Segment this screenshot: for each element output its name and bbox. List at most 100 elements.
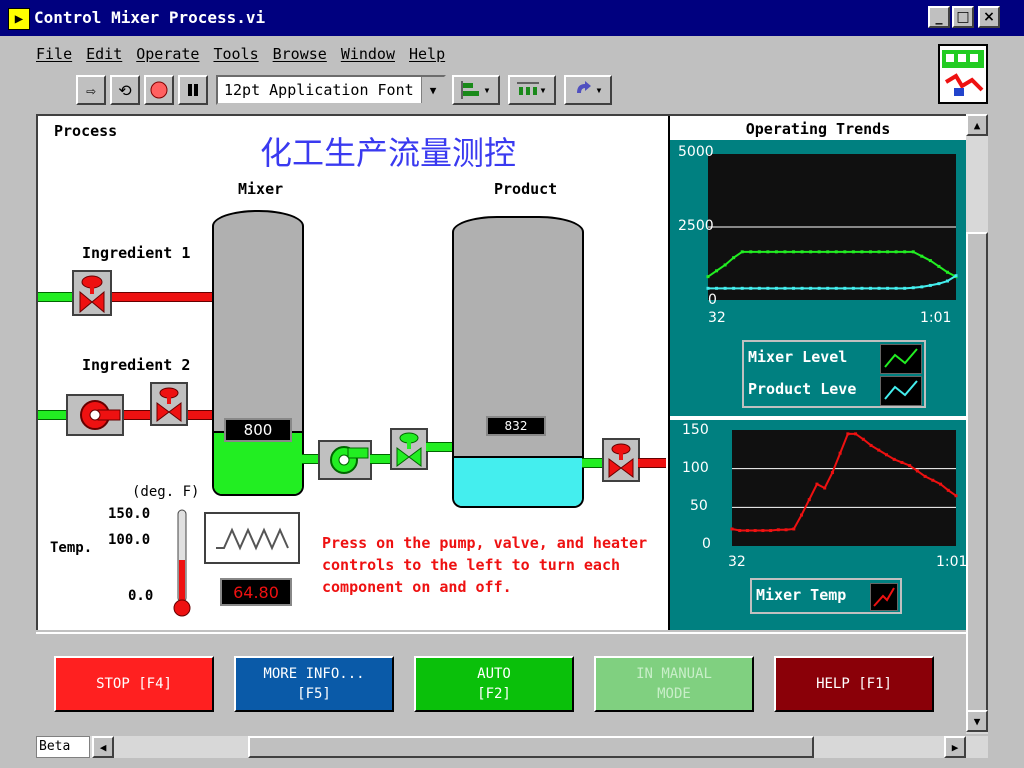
mixer-temp-swatch-icon[interactable] (870, 583, 898, 611)
temp-scale-150: 150.0 (108, 506, 151, 522)
scroll-right-icon[interactable]: ▶ (944, 736, 966, 758)
product-level-swatch-icon[interactable] (880, 376, 922, 406)
level-x-tick-end: 1:01 (920, 310, 952, 326)
mixer-level-swatch-icon[interactable] (880, 344, 922, 374)
menu-file[interactable]: File (36, 45, 72, 63)
data-point-mixer-temp (738, 529, 742, 533)
chevron-down-icon[interactable]: ▼ (421, 77, 444, 103)
ingredient2-pipe-in (38, 410, 68, 420)
data-point-mixer-level (757, 250, 761, 254)
reorder-icon[interactable]: ▾ (564, 75, 612, 105)
labview-window: ▶ Control Mixer Process.vi _ □ × File Ed… (0, 0, 1024, 768)
data-point-product-level (757, 286, 761, 290)
data-point-mixer-temp (939, 482, 943, 486)
data-point-product-level (809, 286, 813, 290)
manual-mode-button[interactable]: IN MANUAL MODE (594, 656, 754, 712)
data-point-mixer-temp (745, 529, 749, 533)
data-point-mixer-level (766, 250, 770, 254)
data-point-product-level (851, 286, 855, 290)
auto-button[interactable]: AUTO [F2] (414, 656, 574, 712)
window-title: Control Mixer Process.vi (34, 8, 266, 27)
transfer-valve-icon[interactable] (390, 428, 428, 470)
stop-button[interactable]: STOP [F4] (54, 656, 214, 712)
data-point-mixer-temp (846, 432, 850, 436)
product-level-fill (454, 456, 582, 506)
data-point-mixer-temp (946, 488, 950, 492)
horizontal-scrollbar[interactable]: Beta ◀ ▶ (36, 736, 988, 758)
mixer-tank (212, 210, 304, 496)
data-point-mixer-temp (869, 443, 873, 447)
labview-app-icon: ▶ (8, 8, 30, 30)
scroll-left-icon[interactable]: ◀ (92, 736, 114, 758)
menu-tools[interactable]: Tools (213, 45, 258, 63)
legend-mixer-temp: Mixer Temp (756, 586, 847, 604)
data-point-mixer-temp (884, 453, 888, 457)
mixer-level-display: 800 (224, 418, 292, 442)
menu-bar: File Edit Operate Tools Browse Window He… (36, 40, 459, 68)
product-outlet-valve-icon[interactable] (602, 438, 640, 482)
distribute-objects-icon[interactable]: ▾ (508, 75, 556, 105)
abort-icon[interactable] (144, 75, 174, 105)
pause-icon[interactable] (178, 75, 208, 105)
help-button[interactable]: HELP [F1] (774, 656, 934, 712)
horizontal-scroll-thumb[interactable] (248, 736, 814, 758)
data-point-product-level (834, 286, 838, 290)
menu-edit[interactable]: Edit (86, 45, 122, 63)
data-point-product-level (868, 286, 872, 290)
vertical-scroll-thumb[interactable] (966, 232, 988, 730)
menu-window[interactable]: Window (341, 45, 395, 63)
menu-help[interactable]: Help (409, 45, 445, 63)
data-point-mixer-level (860, 250, 864, 254)
data-point-mixer-temp (753, 529, 757, 533)
data-point-mixer-level (843, 250, 847, 254)
data-point-mixer-temp (923, 474, 927, 478)
data-point-mixer-temp (815, 482, 819, 486)
minimize-button[interactable]: _ (928, 6, 950, 28)
data-point-mixer-temp (861, 437, 865, 441)
data-point-mixer-level (868, 250, 872, 254)
ingredient1-label: Ingredient 1 (82, 244, 191, 262)
temp-label: Temp. (50, 540, 93, 556)
align-objects-icon[interactable]: ▾ (452, 75, 500, 105)
chinese-title: 化工生产流量测控 (260, 134, 517, 172)
product-outlet-pipe-out (638, 458, 666, 468)
data-point-product-level (928, 283, 932, 287)
ingredient2-pump-icon[interactable] (66, 394, 124, 436)
product-tank (452, 216, 584, 508)
front-panel: Process 化工生产流量测控 Mixer Product Ingredien… (36, 114, 966, 630)
vi-connector-icon[interactable] (938, 44, 988, 104)
menu-browse[interactable]: Browse (273, 45, 327, 63)
temp-chart-panel: 150 100 50 0 32 1:01 Mixer Temp (670, 420, 966, 630)
scroll-down-icon[interactable]: ▼ (966, 710, 988, 732)
data-point-product-level (774, 286, 778, 290)
heater-control-icon[interactable] (204, 512, 300, 564)
more-info-button[interactable]: MORE INFO... [F5] (234, 656, 394, 712)
title-bar[interactable]: ▶ Control Mixer Process.vi _ □ × (0, 0, 1024, 36)
data-point-mixer-level (920, 254, 924, 258)
data-point-mixer-temp (823, 486, 827, 490)
vertical-scrollbar[interactable]: ▲ ▼ (966, 114, 988, 734)
data-point-mixer-level (911, 250, 915, 254)
data-point-product-level (843, 286, 847, 290)
ingredient2-valve-icon[interactable] (150, 382, 188, 426)
data-point-mixer-temp (830, 471, 834, 475)
run-arrow-icon[interactable]: ⇨ (76, 75, 106, 105)
menu-operate[interactable]: Operate (136, 45, 199, 63)
maximize-button[interactable]: □ (952, 6, 974, 28)
data-point-mixer-level (851, 250, 855, 254)
run-continuous-icon[interactable]: ⟲ (110, 75, 140, 105)
ingredient1-pipe-out (110, 292, 214, 302)
scroll-up-icon[interactable]: ▲ (966, 114, 988, 136)
data-point-mixer-level (877, 250, 881, 254)
close-button[interactable]: × (978, 6, 1000, 28)
data-point-product-level (937, 282, 941, 286)
data-point-mixer-temp (792, 527, 796, 531)
font-select[interactable]: 12pt Application Font ▼ (216, 75, 446, 105)
trends-title: Operating Trends (745, 120, 891, 138)
ingredient1-valve-icon[interactable] (72, 270, 112, 316)
data-point-mixer-level (723, 263, 727, 267)
data-point-product-level (860, 286, 864, 290)
data-point-mixer-level (774, 250, 778, 254)
product-level-display: 832 (486, 416, 546, 436)
transfer-pump-icon[interactable] (318, 440, 372, 480)
